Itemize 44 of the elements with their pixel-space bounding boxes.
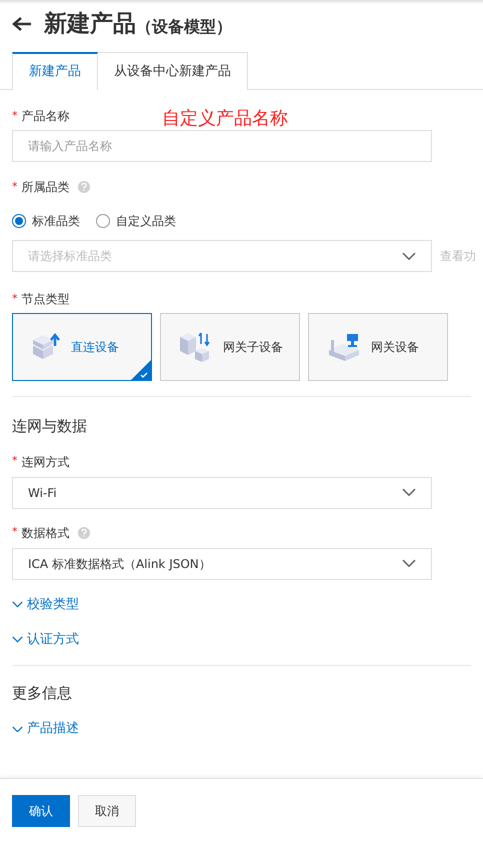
required-asterisk: * <box>12 524 18 540</box>
tab[interactable]: 新建产品 <box>12 52 98 90</box>
field-label: 所属品类 <box>22 179 70 196</box>
section-title: 连网与数据 <box>12 416 88 437</box>
node-type-card[interactable]: 网关设备 <box>308 313 448 381</box>
required-asterisk: * <box>12 108 18 124</box>
tab[interactable]: 从设备中心新建产品 <box>98 52 248 90</box>
chevron-down-icon <box>12 601 23 608</box>
field-label: 产品名称 <box>22 108 70 125</box>
radio-button[interactable] <box>12 214 26 228</box>
required-asterisk: * <box>12 178 18 195</box>
node-type-card[interactable]: 网关子设备 <box>160 313 300 381</box>
page-subtitle: （设备模型） <box>136 16 232 38</box>
chevron-down-icon <box>402 559 416 568</box>
annotation-text: 自定义产品名称 <box>162 107 288 131</box>
chevron-down-icon <box>402 488 416 497</box>
help-icon[interactable] <box>78 181 90 193</box>
expander-toggle[interactable]: 校验类型 <box>12 594 471 614</box>
radio-button[interactable] <box>96 214 110 228</box>
expander-toggle[interactable]: 认证方式 <box>12 630 471 650</box>
back-arrow-icon[interactable] <box>12 16 32 32</box>
field-label: 连网方式 <box>22 454 70 470</box>
expander-toggle[interactable]: 产品描述 <box>12 719 471 739</box>
help-icon[interactable] <box>78 526 90 538</box>
radio-label: 自定义品类 <box>116 213 176 230</box>
page-title: 新建产品 <box>44 10 136 39</box>
selected-check-icon <box>131 360 151 380</box>
stacked-box-icon <box>31 332 61 362</box>
required-asterisk: * <box>12 453 18 470</box>
chevron-down-icon <box>12 726 23 732</box>
field-label: 节点类型 <box>22 291 70 308</box>
confirm-button[interactable]: 确认 <box>12 794 70 826</box>
dropdown-select[interactable]: Wi-Fi <box>12 476 432 508</box>
field-label: 数据格式 <box>22 524 70 542</box>
node-type-card[interactable]: 直连设备 <box>12 313 152 381</box>
required-asterisk: * <box>12 290 18 307</box>
product-name-input[interactable]: 请输入产品名称 <box>12 130 432 162</box>
dropdown-select[interactable]: ICA 标准数据格式（Alink JSON） <box>12 548 432 580</box>
chevron-down-icon <box>402 252 416 260</box>
chevron-down-icon <box>12 636 23 643</box>
section-title: 更多信息 <box>12 682 73 704</box>
radio-label: 标准品类 <box>32 213 80 230</box>
gateway-router-icon <box>327 332 361 362</box>
cancel-button[interactable]: 取消 <box>78 794 136 826</box>
